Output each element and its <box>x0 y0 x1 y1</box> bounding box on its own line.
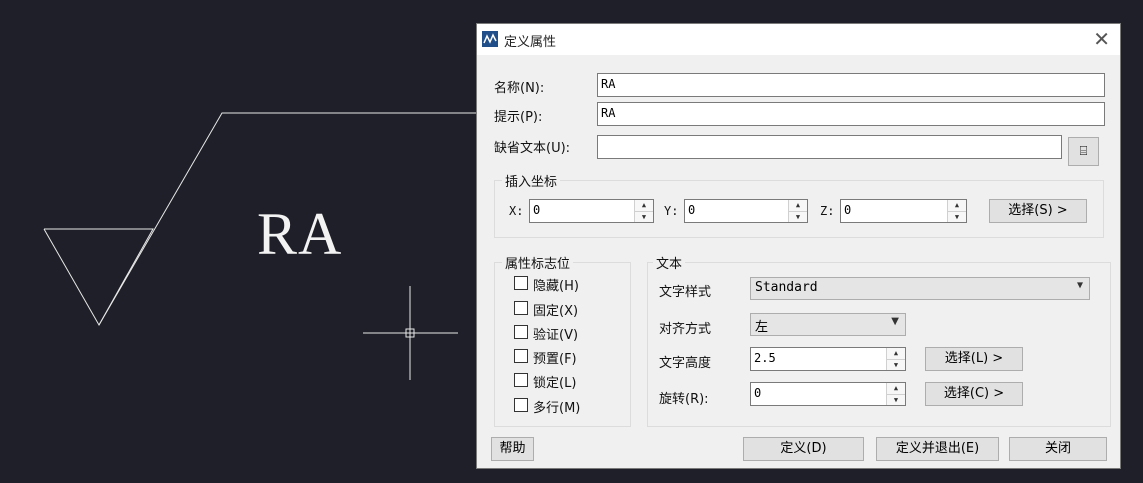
z-coordinate-input[interactable]: 0 ▲ ▼ <box>840 199 967 223</box>
text-settings-title: 文本 <box>653 253 686 272</box>
text-height-spinner[interactable]: ▲ ▼ <box>886 348 905 370</box>
preset-checkbox[interactable] <box>514 349 528 363</box>
lock-position-label: 锁定(L) <box>533 376 577 391</box>
preset-label: 预置(F) <box>533 352 577 367</box>
close-icon[interactable]: ✕ <box>1093 27 1110 51</box>
name-label: 名称(N): <box>494 81 545 96</box>
define-button[interactable]: 定义(D) <box>743 437 864 461</box>
rotation-spinner[interactable]: ▲ ▼ <box>886 383 905 405</box>
text-style-select[interactable]: Standard ▼ <box>750 277 1090 300</box>
define-and-exit-button[interactable]: 定义并退出(E) <box>876 437 999 461</box>
z-label: Z: <box>820 204 835 218</box>
hidden-checkbox[interactable] <box>514 276 528 290</box>
text-height-input[interactable]: 2.5 ▲ ▼ <box>750 347 906 371</box>
chevron-down-icon: ▼ <box>1076 280 1083 291</box>
multiline-checkbox[interactable] <box>514 398 528 412</box>
default-text-label: 缺省文本(U): <box>494 141 571 156</box>
y-spinner[interactable]: ▲ ▼ <box>788 200 807 222</box>
close-button[interactable]: 关闭 <box>1009 437 1107 461</box>
select-insert-point-button[interactable]: 选择(S) > <box>989 199 1087 223</box>
y-label: Y: <box>664 204 679 218</box>
y-coordinate-input[interactable]: 0 ▲ ▼ <box>684 199 808 223</box>
justification-select[interactable]: 左 ▼ <box>750 313 906 336</box>
default-text-field[interactable] <box>597 135 1062 159</box>
lock-position-checkbox[interactable] <box>514 373 528 387</box>
dialog-titlebar[interactable]: 定义属性 ✕ <box>477 24 1120 55</box>
insert-field-icon: ⌸ <box>1079 144 1088 159</box>
rotation-input[interactable]: 0 ▲ ▼ <box>750 382 906 406</box>
rotation-label: 旋转(R): <box>659 392 709 407</box>
x-coordinate-input[interactable]: 0 ▲ ▼ <box>529 199 654 223</box>
select-rotation-button[interactable]: 选择(C) > <box>925 382 1023 406</box>
attribute-flags-title: 属性标志位 <box>502 253 574 272</box>
insert-point-title: 插入坐标 <box>502 171 561 190</box>
constant-label: 固定(X) <box>533 304 579 319</box>
x-spinner[interactable]: ▲ ▼ <box>634 200 653 222</box>
x-label: X: <box>509 204 524 218</box>
constant-checkbox[interactable] <box>514 301 528 315</box>
dialog-title: 定义属性 <box>504 35 557 50</box>
drawing-text-ra[interactable]: RA <box>257 198 342 270</box>
name-field[interactable]: RA <box>597 73 1105 97</box>
verify-label: 验证(V) <box>533 328 579 343</box>
prompt-field[interactable]: RA <box>597 102 1105 126</box>
text-height-label: 文字高度 <box>659 356 712 371</box>
hidden-label: 隐藏(H) <box>533 279 579 294</box>
multiline-label: 多行(M) <box>533 401 581 416</box>
z-spinner[interactable]: ▲ ▼ <box>947 200 966 222</box>
define-attribute-dialog: 定义属性 ✕ 名称(N): RA 提示(P): RA 缺省文本(U): ⌸ 插入… <box>476 23 1121 469</box>
app-logo-icon <box>482 31 498 47</box>
prompt-label: 提示(P): <box>494 110 543 125</box>
surface-symbol-triangle <box>43 228 154 327</box>
help-button[interactable]: 帮助 <box>491 437 534 461</box>
verify-checkbox[interactable] <box>514 325 528 339</box>
justification-label: 对齐方式 <box>659 322 712 337</box>
text-style-label: 文字样式 <box>659 285 712 300</box>
chevron-down-icon: ▼ <box>891 316 899 327</box>
select-height-button[interactable]: 选择(L) > <box>925 347 1023 371</box>
insert-field-button[interactable]: ⌸ <box>1068 137 1099 166</box>
